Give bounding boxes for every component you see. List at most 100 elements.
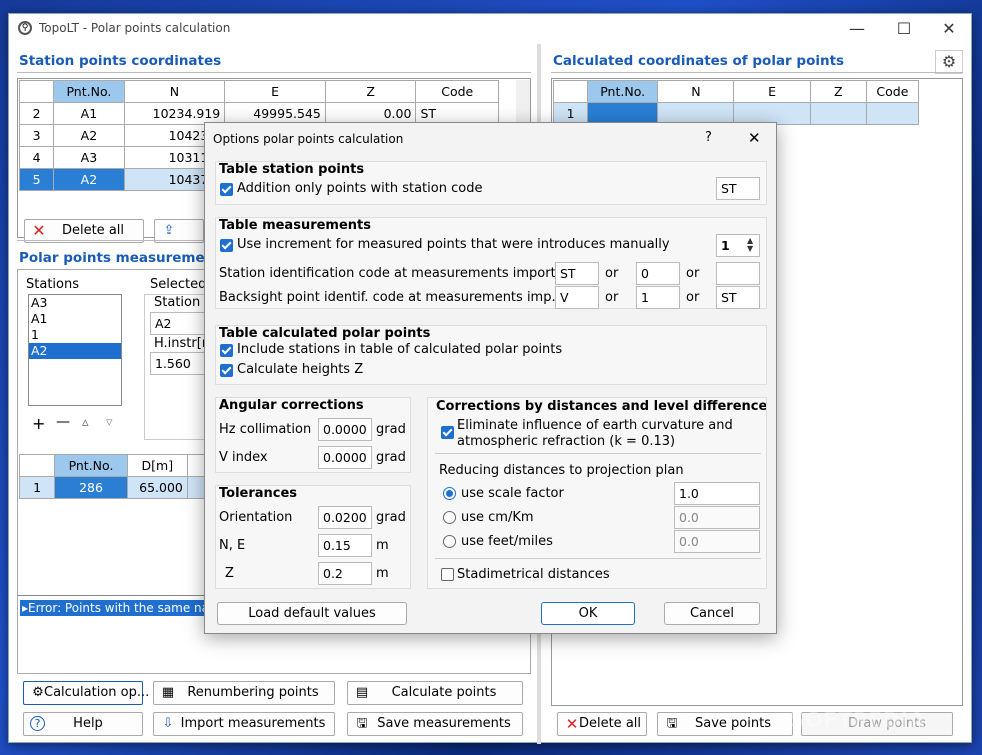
dialog-help-button[interactable]: ? — [705, 130, 712, 145]
app-icon: ⚲ — [18, 21, 32, 35]
cell-code[interactable] — [865, 102, 920, 125]
import-icon: ⇩ — [162, 716, 174, 731]
eliminate-label-1: Eliminate influence of earth curvature a… — [457, 418, 733, 433]
scale-factor-input[interactable]: 1.0 — [674, 482, 760, 505]
column-header[interactable]: Z — [324, 80, 417, 103]
feet-miles-label: use feet/miles — [461, 534, 553, 549]
stadimetrical-checkbox[interactable] — [441, 568, 454, 581]
z-input[interactable]: 0.2 — [318, 562, 372, 585]
column-header[interactable]: Pnt.No. — [53, 80, 125, 103]
increment-spinner[interactable]: 1 — [716, 234, 760, 257]
measurements-table[interactable]: Pnt.No. D[m] 1 286 65.000 — [18, 454, 220, 499]
calc-table[interactable]: Pnt.No. N E Z Code 1 — [552, 80, 920, 125]
vindex-input[interactable]: 0.0000 — [318, 446, 372, 469]
cancel-button[interactable]: Cancel — [664, 602, 760, 625]
column-header[interactable]: E — [224, 80, 326, 103]
dialog-title: Options polar points calculation — [213, 132, 404, 146]
column-header[interactable]: D[m] — [126, 454, 188, 477]
list-item[interactable]: A3 — [29, 295, 121, 311]
unit-label: m — [376, 566, 389, 581]
column-header[interactable]: Z — [809, 80, 867, 103]
spinner-arrows-icon[interactable]: ▲ ▼ — [747, 237, 753, 253]
settings-gear-icon[interactable]: ⚙ — [935, 50, 963, 74]
row-number: 4 — [18, 146, 55, 169]
gear-icon: ⚙ — [32, 685, 44, 700]
cell-z[interactable] — [809, 102, 867, 125]
stations-list[interactable]: A3 A1 1 A2 — [28, 294, 122, 406]
station-id-code-1[interactable]: ST — [555, 262, 599, 285]
station-code-input[interactable]: ST — [716, 177, 760, 200]
import-measurements-button[interactable]: ⇩ Import measurements — [153, 712, 335, 736]
remove-station-button[interactable]: — — [56, 414, 70, 430]
move-down-button[interactable]: ▿ — [106, 415, 113, 430]
load-defaults-button[interactable]: Load default values — [217, 602, 407, 625]
cell-d[interactable]: 65.000 — [126, 476, 188, 499]
close-window-button[interactable]: ✕ — [926, 14, 972, 44]
cell-pnt[interactable]: A2 — [53, 168, 125, 191]
reducing-label: Reducing distances to projection plan — [439, 463, 684, 478]
backsight-code-2[interactable]: 1 — [636, 286, 680, 309]
add-station-button[interactable]: + — [32, 414, 45, 433]
feet-miles-radio[interactable] — [443, 535, 456, 548]
earth-curvature-checkbox[interactable] — [441, 426, 454, 439]
column-header[interactable]: Pnt.No. — [54, 454, 128, 477]
column-header[interactable]: Code — [415, 80, 499, 103]
unit-label: grad — [376, 422, 406, 437]
calculate-points-button[interactable]: ▤ Calculate points — [347, 681, 523, 705]
maximize-button[interactable]: ☐ — [881, 14, 927, 44]
list-item[interactable]: A1 — [29, 311, 121, 327]
save-icon: 🖫 — [666, 716, 678, 731]
save-points-button[interactable]: 🖫 Save points — [657, 712, 793, 736]
softpedia-watermark: SOFTPEDIA — [790, 708, 926, 732]
cmkm-input[interactable]: 0.0 — [674, 506, 760, 529]
move-up-button[interactable]: ▵ — [82, 415, 89, 430]
hz-input[interactable]: 0.0000 — [318, 418, 372, 441]
list-item-selected[interactable]: A2 — [29, 343, 121, 359]
divider — [435, 558, 761, 559]
calc-heights-checkbox[interactable] — [220, 364, 233, 377]
cmkm-label: use cm/Km — [461, 510, 534, 525]
minimize-button[interactable]: — — [834, 14, 880, 44]
column-header[interactable]: N — [123, 80, 226, 103]
ne-input[interactable]: 0.15 — [318, 534, 372, 557]
feet-miles-input[interactable]: 0.0 — [674, 530, 760, 553]
column-header[interactable]: E — [733, 80, 811, 103]
group-title: Corrections by distances and level diffe… — [436, 399, 767, 414]
help-button[interactable]: ? Help — [23, 712, 143, 736]
orientation-input[interactable]: 0.0200 — [318, 506, 372, 529]
group-title: Table measurements — [219, 218, 371, 233]
backsight-code-3[interactable]: ST — [716, 286, 760, 309]
column-header[interactable]: Pnt.No. — [587, 80, 659, 103]
cell-pnt[interactable]: A1 — [53, 102, 125, 125]
backsight-code-1[interactable]: V — [555, 286, 599, 309]
grid-icon: ▦ — [161, 685, 175, 700]
list-item[interactable]: 1 — [29, 327, 121, 343]
calculation-options-button[interactable]: ⚙ Calculation op... — [23, 681, 149, 705]
dialog-close-button[interactable]: ✕ — [748, 129, 761, 147]
delete-all-calc-button[interactable]: ✕ Delete all — [557, 712, 647, 736]
scale-factor-radio[interactable] — [443, 487, 456, 500]
delete-icon: ✕ — [32, 221, 46, 240]
include-stations-checkbox[interactable] — [220, 344, 233, 357]
include-label: Include stations in table of calculated … — [237, 342, 563, 357]
title-bar[interactable]: ⚲ TopoLT - Polar points calculation — ☐ … — [9, 14, 971, 44]
cell-pnt[interactable]: A3 — [53, 146, 125, 169]
row-number: 3 — [18, 124, 55, 147]
save-measurements-button[interactable]: 🖫 Save measurements — [347, 712, 523, 736]
group-title: Table calculated polar points — [219, 326, 431, 341]
station-id-code-2[interactable]: 0 — [636, 262, 680, 285]
cell-pnt[interactable]: 286 — [54, 476, 128, 499]
station-code-checkbox[interactable] — [220, 183, 233, 196]
error-message: ▸Error: Points with the same na — [20, 600, 210, 616]
stations-label: Stations — [26, 277, 79, 292]
cell-pnt[interactable]: A2 — [53, 124, 125, 147]
renumbering-button[interactable]: ▦ Renumbering points — [153, 681, 335, 705]
cmkm-radio[interactable] — [443, 511, 456, 524]
backsight-label: Backsight point identif. code at measure… — [219, 290, 564, 305]
column-header[interactable]: Code — [865, 80, 920, 103]
table-row-selected[interactable]: 1 286 65.000 — [18, 476, 220, 499]
increment-checkbox[interactable] — [220, 239, 233, 252]
column-header[interactable]: N — [657, 80, 735, 103]
station-id-code-3[interactable] — [716, 262, 760, 285]
ok-button[interactable]: OK — [541, 602, 635, 625]
